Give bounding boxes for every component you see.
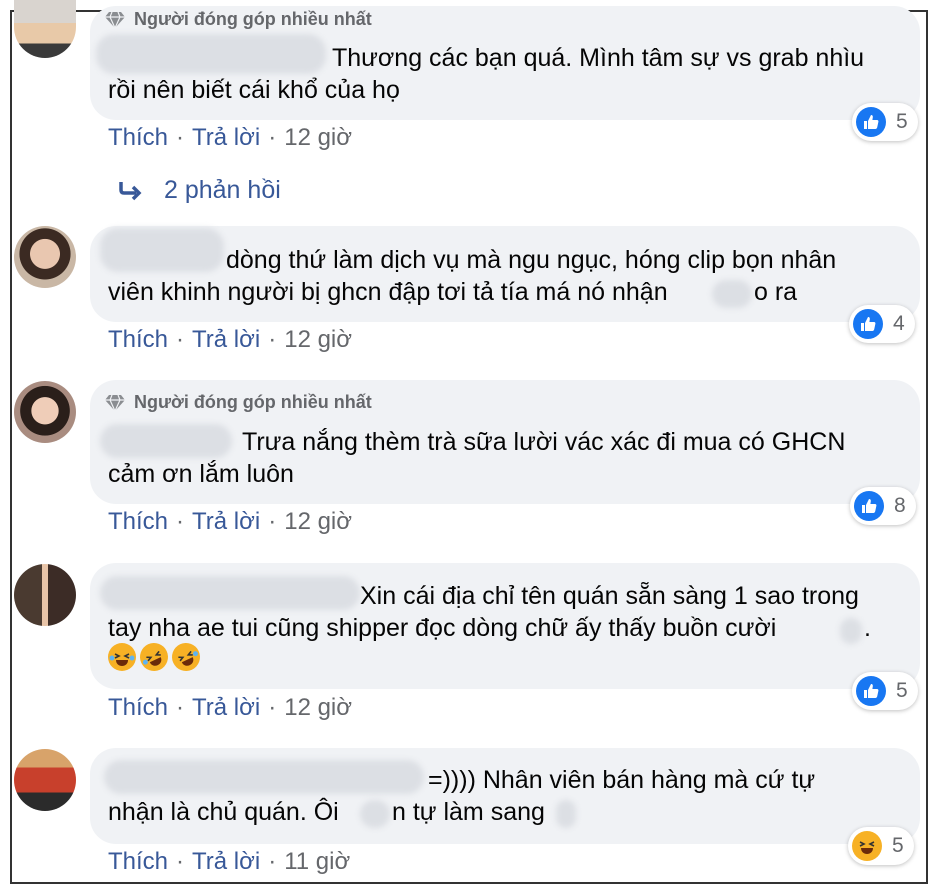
like-link[interactable]: Thích	[108, 508, 168, 536]
comment-text: nhận là chủ quán. Ôi	[108, 798, 339, 826]
comment-actions: Thích · Trả lời · 12 giờ	[108, 694, 352, 722]
like-link[interactable]: Thích	[108, 124, 168, 152]
reaction-summary[interactable]: 5	[848, 827, 914, 865]
like-link[interactable]: Thích	[108, 848, 168, 876]
reply-link[interactable]: Trả lời	[192, 508, 260, 536]
view-replies-link[interactable]: 2 phản hồi	[118, 176, 281, 205]
blurred-name[interactable]	[100, 576, 360, 610]
top-fan-badge: Người đóng góp nhiều nhất	[104, 9, 372, 30]
comment-text-tail: o ra	[754, 278, 798, 306]
diamond-icon	[105, 394, 125, 411]
blurred-word	[840, 618, 862, 644]
like-link[interactable]: Thích	[108, 694, 168, 722]
comment-text: rồi nên biết cái khổ của họ	[108, 76, 400, 104]
comment-text: tay nha ae tui cũng shipper đọc dòng chữ…	[108, 614, 777, 642]
avatar[interactable]	[14, 226, 76, 288]
comment-text: Xin cái địa chỉ tên quán sẵn sàng 1 sao …	[360, 582, 859, 610]
reaction-count: 4	[893, 312, 905, 335]
comment-text: Thương các bạn quá. Mình tâm sự vs grab …	[332, 44, 865, 72]
reply-link[interactable]: Trả lời	[192, 694, 260, 722]
blurred-name[interactable]	[100, 228, 224, 272]
like-icon	[856, 676, 886, 706]
top-fan-badge: Người đóng góp nhiều nhất	[104, 392, 372, 413]
like-icon	[853, 309, 883, 339]
blurred-word	[712, 280, 752, 308]
rofl-emoji-icon	[135, 638, 173, 676]
emoji-row	[108, 638, 205, 676]
blurred-word	[556, 800, 576, 828]
comment-actions: Thích · Trả lời · 12 giờ	[108, 508, 352, 536]
reply-link[interactable]: Trả lời	[192, 124, 260, 152]
timestamp[interactable]: 12 giờ	[284, 124, 352, 152]
avatar[interactable]	[14, 749, 76, 811]
reaction-count: 8	[894, 494, 906, 517]
reaction-count: 5	[892, 834, 904, 857]
replies-count: 2 phản hồi	[164, 176, 281, 204]
reply-arrow-icon	[119, 181, 142, 200]
comment-text: cảm ơn lắm luôn	[108, 460, 294, 488]
avatar[interactable]	[14, 564, 76, 626]
reply-link[interactable]: Trả lời	[192, 326, 260, 354]
comment-actions: Thích · Trả lời · 12 giờ	[108, 124, 352, 152]
avatar[interactable]	[14, 381, 76, 443]
reaction-summary[interactable]: 8	[850, 487, 916, 525]
laughing-emoji-icon	[108, 643, 136, 671]
comment-text: dòng thứ làm dịch vụ mà ngu ngục, hóng c…	[226, 246, 837, 274]
reply-link[interactable]: Trả lời	[192, 848, 260, 876]
reaction-summary[interactable]: 5	[852, 103, 918, 141]
timestamp[interactable]: 12 giờ	[284, 694, 352, 722]
badge-label: Người đóng góp nhiều nhất	[134, 392, 372, 412]
badge-label: Người đóng góp nhiều nhất	[134, 9, 372, 29]
like-icon	[854, 491, 884, 521]
comment-text: Trưa nắng thèm trà sữa lười vác xác đi m…	[242, 428, 846, 456]
reaction-summary[interactable]: 4	[849, 305, 915, 343]
reaction-count: 5	[896, 679, 908, 702]
timestamp[interactable]: 12 giờ	[284, 326, 352, 354]
blurred-word	[360, 800, 390, 828]
comment-actions: Thích · Trả lời · 12 giờ	[108, 326, 352, 354]
timestamp[interactable]: 12 giờ	[284, 508, 352, 536]
comment-actions: Thích · Trả lời · 11 giờ	[108, 848, 351, 876]
rofl-emoji-icon	[167, 638, 205, 676]
haha-icon	[852, 831, 882, 861]
like-icon	[856, 107, 886, 137]
comment-text: viên khinh người bị ghcn đập tơi tả tía …	[108, 278, 668, 306]
blurred-name[interactable]	[96, 34, 326, 74]
timestamp[interactable]: 11 giờ	[284, 848, 350, 876]
diamond-icon	[105, 11, 125, 28]
blurred-name[interactable]	[104, 760, 424, 794]
comment-text-mid: n tự làm sang	[392, 798, 545, 826]
comment-text-tail: .	[864, 614, 871, 642]
comment-text: =)))) Nhân viên bán hàng mà cứ tự	[428, 766, 816, 794]
reaction-summary[interactable]: 5	[852, 672, 918, 710]
blurred-name[interactable]	[100, 424, 232, 458]
like-link[interactable]: Thích	[108, 326, 168, 354]
reaction-count: 5	[896, 110, 908, 133]
